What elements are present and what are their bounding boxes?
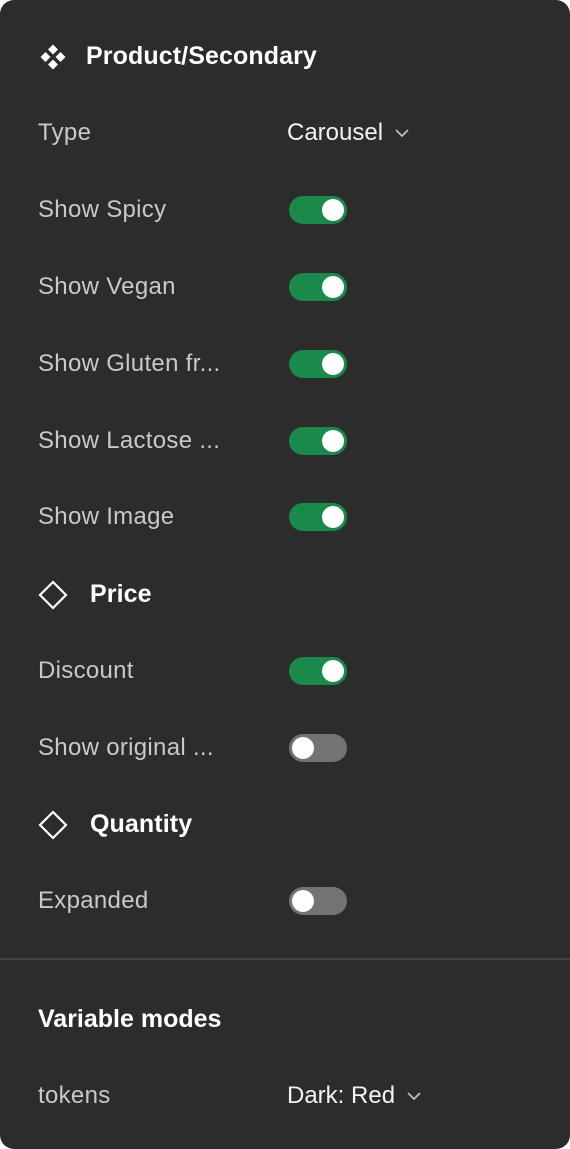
chevron-down-icon xyxy=(393,124,411,142)
show-lactose-toggle[interactable] xyxy=(289,427,347,455)
component-header: Product/Secondary xyxy=(0,31,570,81)
property-label: Expanded xyxy=(38,887,149,914)
property-label: Show Image xyxy=(38,503,175,530)
property-row-show-original: Show original ... xyxy=(0,723,570,773)
properties-panel: Product/Secondary Type Carousel Show Spi… xyxy=(0,0,570,1149)
toggle-knob xyxy=(322,660,344,682)
property-label: Show Lactose ... xyxy=(38,427,221,454)
section-divider xyxy=(0,958,570,960)
toggle-knob xyxy=(322,276,344,298)
property-row-type: Type Carousel xyxy=(0,108,570,158)
show-image-toggle[interactable] xyxy=(289,503,347,531)
toggle-knob xyxy=(322,430,344,452)
property-row-show-spicy: Show Spicy xyxy=(0,185,570,235)
variable-modes-title: Variable modes xyxy=(38,1005,222,1033)
variable-mode-row-tokens: tokens Dark: Red xyxy=(0,1071,570,1121)
expanded-toggle[interactable] xyxy=(289,887,347,915)
price-title: Price xyxy=(90,579,152,608)
quantity-instance-header[interactable]: Quantity xyxy=(0,799,570,849)
variable-mode-label: tokens xyxy=(38,1082,111,1109)
component-icon xyxy=(38,42,68,72)
toggle-knob xyxy=(292,737,314,759)
property-label: Show original ... xyxy=(38,734,214,761)
component-title: Product/Secondary xyxy=(86,41,317,70)
chevron-down-icon xyxy=(405,1087,423,1105)
show-vegan-toggle[interactable] xyxy=(289,273,347,301)
type-dropdown[interactable]: Carousel xyxy=(287,108,411,158)
toggle-knob xyxy=(292,890,314,912)
discount-toggle[interactable] xyxy=(289,657,347,685)
show-gluten-free-toggle[interactable] xyxy=(289,350,347,378)
type-dropdown-value: Carousel xyxy=(287,119,384,146)
property-row-show-image: Show Image xyxy=(0,492,570,542)
show-spicy-toggle[interactable] xyxy=(289,196,347,224)
tokens-mode-value: Dark: Red xyxy=(287,1082,396,1109)
instance-diamond-icon xyxy=(38,810,68,840)
toggle-knob xyxy=(322,353,344,375)
property-row-show-gluten-free: Show Gluten fr... xyxy=(0,339,570,389)
property-label: Show Vegan xyxy=(38,273,176,300)
tokens-mode-dropdown[interactable]: Dark: Red xyxy=(287,1071,423,1121)
property-label: Show Gluten fr... xyxy=(38,350,221,377)
property-row-expanded: Expanded xyxy=(0,876,570,926)
quantity-title: Quantity xyxy=(90,809,193,838)
property-row-discount: Discount xyxy=(0,646,570,696)
price-instance-header[interactable]: Price xyxy=(0,569,570,619)
property-label: Show Spicy xyxy=(38,196,167,223)
instance-diamond-icon xyxy=(38,580,68,610)
toggle-knob xyxy=(322,199,344,221)
show-original-toggle[interactable] xyxy=(289,734,347,762)
property-label: Discount xyxy=(38,657,134,684)
toggle-knob xyxy=(322,506,344,528)
property-label: Type xyxy=(38,119,92,146)
property-row-show-vegan: Show Vegan xyxy=(0,262,570,312)
property-row-show-lactose: Show Lactose ... xyxy=(0,416,570,466)
